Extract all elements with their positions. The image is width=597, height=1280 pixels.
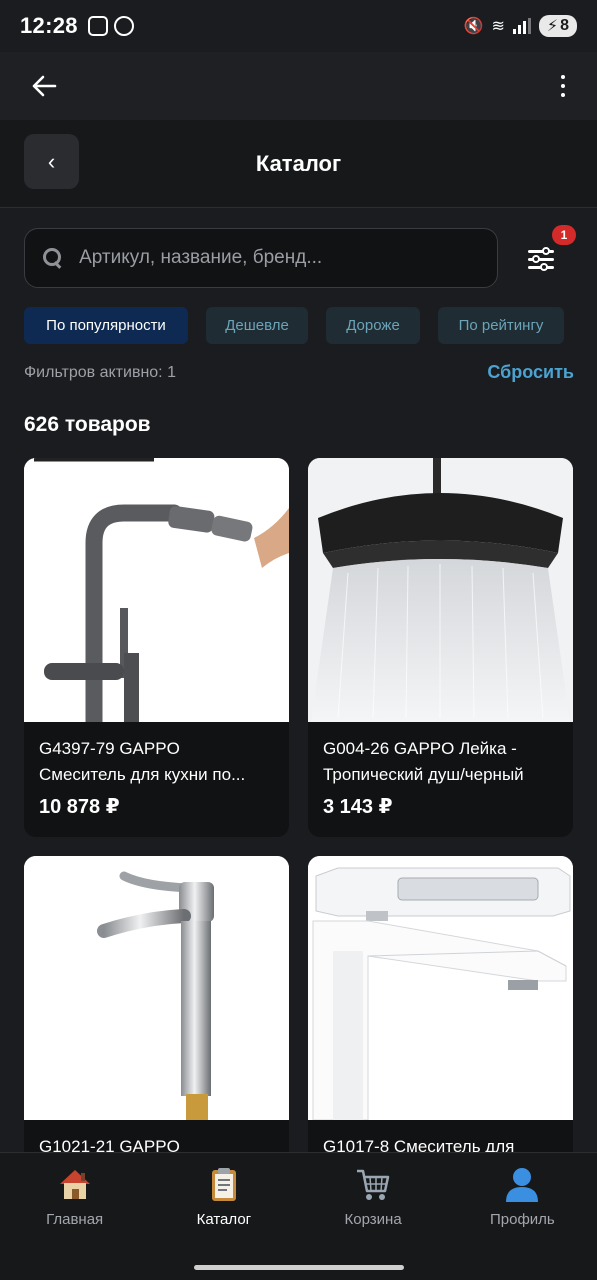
filters-info-row: Фильтров активно: 1 Сбросить	[24, 362, 574, 383]
status-time: 12:28	[20, 13, 78, 38]
chevron-left-icon: ‹	[47, 148, 56, 174]
battery-level: 8	[560, 17, 569, 34]
home-indicator[interactable]	[194, 1265, 404, 1270]
search-input[interactable]	[79, 247, 481, 269]
filter-count-badge: 1	[552, 225, 576, 245]
chrome-faucet-image	[24, 856, 289, 1120]
header-back-button[interactable]: ‹	[24, 134, 79, 189]
profile-icon	[503, 1165, 541, 1203]
nav-cart[interactable]: Корзина	[308, 1165, 438, 1228]
sort-chip-popularity[interactable]: По популярности	[24, 307, 188, 344]
nav-home[interactable]: Главная	[10, 1165, 140, 1228]
clipboard-icon	[205, 1165, 243, 1203]
results-count: 626 товаров	[24, 413, 151, 436]
charging-icon: ⚡	[546, 18, 559, 35]
nav-catalog[interactable]: Каталог	[159, 1165, 289, 1228]
kitchen-faucet-image	[24, 458, 289, 722]
product-price: 10 878 ₽	[39, 796, 120, 818]
home-icon	[56, 1165, 94, 1203]
more-menu-icon[interactable]	[553, 75, 573, 97]
search-field[interactable]	[24, 228, 498, 288]
check-circle-icon	[113, 16, 134, 36]
product-card[interactable]: G4397-79 GAPPO Смеситель для кухни по...…	[24, 458, 289, 837]
mute-icon: 🔇	[463, 18, 484, 35]
search-icon	[41, 247, 62, 269]
reset-filters-link[interactable]: Сбросить	[487, 362, 574, 383]
wifi-icon: ≋	[491, 18, 505, 35]
shower-head-image	[308, 458, 573, 722]
product-price: 3 143 ₽	[323, 796, 393, 818]
sort-chip-expensive[interactable]: Дороже	[326, 307, 420, 344]
filter-sliders-icon	[528, 247, 554, 271]
page-header: ‹ Каталог	[0, 120, 597, 208]
cart-icon	[354, 1165, 392, 1203]
sort-chips: По популярности Дешевле Дороже По рейтин…	[24, 307, 564, 344]
screenshot-icon	[87, 16, 108, 36]
product-card[interactable]: G004-26 GAPPO Лейка - Тропический душ/че…	[308, 458, 573, 837]
bottom-navigation: Главная Каталог Корзина Профиль	[0, 1152, 597, 1280]
signal-icon	[512, 18, 531, 34]
app-bar	[0, 52, 597, 120]
battery-indicator: ⚡ 8	[538, 15, 577, 37]
status-bar: 12:28 🔇 ≋ ⚡ 8	[0, 0, 597, 52]
product-name: G4397-79 GAPPO Смеситель для кухни по...	[39, 739, 246, 784]
white-faucet-image	[308, 856, 573, 1120]
nav-profile[interactable]: Профиль	[457, 1165, 587, 1228]
page-title: Каталог	[255, 150, 342, 176]
product-name: G004-26 GAPPO Лейка - Тропический душ/че…	[323, 739, 524, 784]
active-filters-text: Фильтров активно: 1	[24, 363, 176, 381]
sort-chip-rating[interactable]: По рейтингу	[438, 307, 564, 344]
sort-chip-cheaper[interactable]: Дешевле	[206, 307, 308, 344]
back-arrow-icon[interactable]	[24, 66, 64, 106]
